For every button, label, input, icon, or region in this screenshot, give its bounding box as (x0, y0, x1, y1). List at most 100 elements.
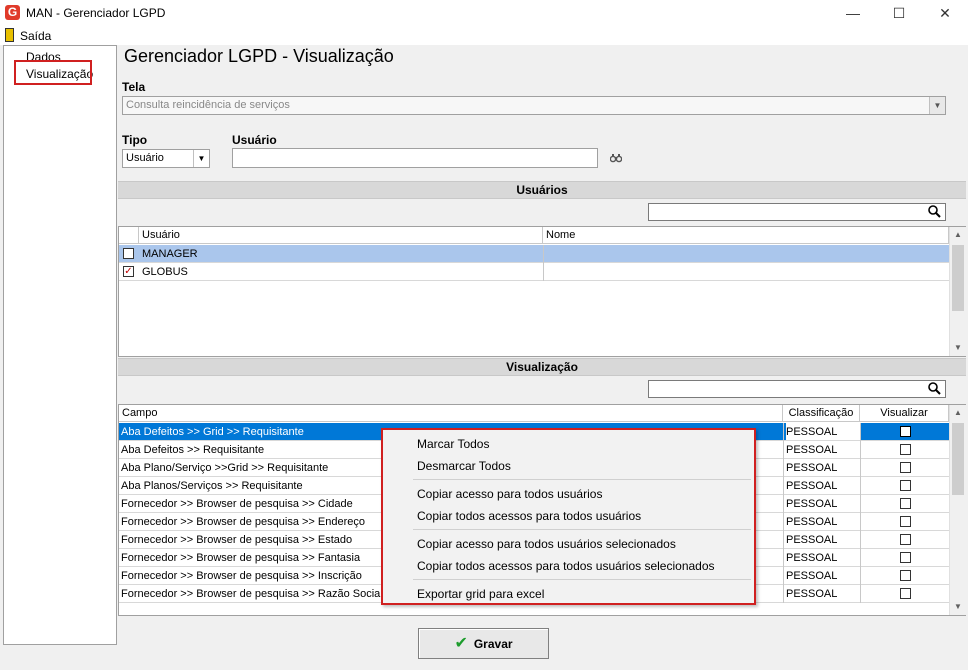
table-row[interactable]: MANAGER (119, 245, 949, 263)
vis-search-input[interactable] (648, 380, 946, 398)
row-campo: Fornecedor >> Browser de pesquisa >> End… (121, 516, 365, 528)
window-title: MAN - Gerenciador LGPD (26, 6, 166, 20)
column-divider (860, 513, 861, 531)
column-divider (783, 477, 784, 495)
users-search-input[interactable] (648, 203, 946, 221)
menu-item-copiar-todos-acessos-todos[interactable]: Copiar todos acessos para todos usuários (417, 509, 641, 523)
scroll-up-icon[interactable]: ▲ (950, 227, 966, 243)
visualizar-checkbox[interactable] (900, 462, 911, 473)
scroll-down-icon[interactable]: ▼ (950, 599, 966, 615)
close-button[interactable]: ✕ (922, 0, 968, 27)
column-divider (783, 441, 784, 459)
minimize-button[interactable]: — (830, 0, 876, 27)
row-classificacao: PESSOAL (786, 516, 838, 528)
app-logo-icon: G (5, 5, 20, 20)
tela-select[interactable]: Consulta reincidência de serviços ▼ (122, 96, 946, 115)
grid-header-nome[interactable]: Nome (543, 227, 949, 244)
column-divider (860, 477, 861, 495)
row-classificacao: PESSOAL (786, 534, 838, 546)
row-campo: Fornecedor >> Browser de pesquisa >> Cid… (121, 498, 353, 510)
menu-item-exportar-excel[interactable]: Exportar grid para excel (417, 587, 544, 601)
menu-exit[interactable]: Saída (20, 29, 51, 43)
row-classificacao: PESSOAL (786, 423, 860, 440)
scroll-thumb[interactable] (952, 423, 964, 495)
column-divider (783, 549, 784, 567)
green-check-icon: ✔ (454, 635, 468, 652)
row-campo: Aba Defeitos >> Requisitante (121, 444, 265, 456)
maximize-button[interactable]: ☐ (876, 0, 922, 27)
grid-header-campo[interactable]: Campo (119, 405, 783, 422)
vis-scrollbar[interactable]: ▲ ▼ (949, 405, 966, 615)
menu-separator (413, 479, 751, 480)
row-classificacao: PESSOAL (786, 480, 838, 492)
magnifier-icon[interactable] (928, 382, 941, 398)
visualizar-checkbox[interactable] (900, 444, 911, 455)
column-divider (860, 459, 861, 477)
navigation-tree: Dados Visualização (3, 45, 117, 645)
row-campo: Aba Plano/Serviço >>Grid >> Requisitante (121, 462, 329, 474)
usuario-label: Usuário (232, 133, 277, 147)
column-divider (860, 549, 861, 567)
gravar-button[interactable]: ✔ Gravar (418, 628, 549, 659)
tela-select-value: Consulta reincidência de serviços (126, 99, 290, 111)
row-usuario: MANAGER (142, 248, 198, 260)
menu-separator (413, 579, 751, 580)
menu-item-copiar-todos-acessos-selecionados[interactable]: Copiar todos acessos para todos usuários… (417, 559, 715, 573)
vis-section-header: Visualização (118, 358, 966, 376)
chevron-down-icon[interactable]: ▼ (929, 97, 945, 114)
visualizar-checkbox[interactable] (900, 426, 911, 437)
menu-item-marcar-todos[interactable]: Marcar Todos (417, 437, 489, 451)
menu-item-desmarcar-todos[interactable]: Desmarcar Todos (417, 459, 511, 473)
column-divider (783, 531, 784, 549)
menu-item-copiar-acesso-todos[interactable]: Copiar acesso para todos usuários (417, 487, 602, 501)
magnifier-icon[interactable] (928, 205, 941, 221)
grid-header-visualizar[interactable]: Visualizar (860, 405, 949, 422)
grid-header-classificacao[interactable]: Classificação (783, 405, 860, 422)
row-usuario: GLOBUS (142, 266, 188, 278)
gravar-label: Gravar (473, 637, 513, 651)
scroll-thumb[interactable] (952, 245, 964, 311)
column-divider (543, 263, 544, 281)
column-divider (783, 423, 784, 441)
column-divider (783, 495, 784, 513)
visualizar-checkbox[interactable] (900, 534, 911, 545)
door-exit-icon[interactable] (5, 28, 14, 42)
column-divider (783, 585, 784, 603)
visualizar-checkbox[interactable] (900, 552, 911, 563)
row-campo: Aba Defeitos >> Grid >> Requisitante (121, 426, 304, 438)
grid-header-usuario[interactable]: Usuário (139, 227, 543, 244)
tela-label: Tela (122, 80, 146, 94)
row-campo: Fornecedor >> Browser de pesquisa >> Fan… (121, 552, 361, 564)
column-divider (860, 495, 861, 513)
visualizar-checkbox[interactable] (900, 480, 911, 491)
table-row[interactable]: ✓ GLOBUS (119, 263, 949, 281)
usuario-input[interactable] (232, 148, 598, 168)
tipo-select[interactable]: Usuário ▼ (122, 149, 210, 168)
users-scrollbar[interactable]: ▲ ▼ (949, 227, 966, 356)
column-divider (860, 585, 861, 603)
column-divider (543, 245, 544, 263)
row-classificacao: PESSOAL (786, 552, 838, 564)
row-classificacao: PESSOAL (786, 498, 838, 510)
chevron-down-icon[interactable]: ▼ (193, 150, 209, 167)
column-divider (860, 531, 861, 549)
row-classificacao: PESSOAL (786, 444, 838, 456)
row-classificacao: PESSOAL (786, 570, 838, 582)
visualizar-checkbox[interactable] (900, 516, 911, 527)
scroll-up-icon[interactable]: ▲ (950, 405, 966, 421)
column-divider (783, 513, 784, 531)
binoculars-search-icon[interactable] (609, 153, 623, 166)
visualizar-checkbox[interactable] (900, 570, 911, 581)
menu-bar (0, 27, 968, 45)
context-menu: Marcar Todos Desmarcar Todos Copiar aces… (381, 428, 756, 605)
row-checkbox[interactable] (123, 248, 134, 259)
visualizar-checkbox[interactable] (900, 498, 911, 509)
row-campo: Fornecedor >> Browser de pesquisa >> Raz… (121, 588, 383, 600)
visualizar-checkbox[interactable] (900, 588, 911, 599)
row-classificacao: PESSOAL (786, 588, 838, 600)
scroll-down-icon[interactable]: ▼ (950, 340, 966, 356)
menu-item-copiar-acesso-selecionados[interactable]: Copiar acesso para todos usuários seleci… (417, 537, 676, 551)
row-checkbox-checked[interactable]: ✓ (123, 266, 134, 277)
column-divider (860, 441, 861, 459)
column-divider (783, 459, 784, 477)
